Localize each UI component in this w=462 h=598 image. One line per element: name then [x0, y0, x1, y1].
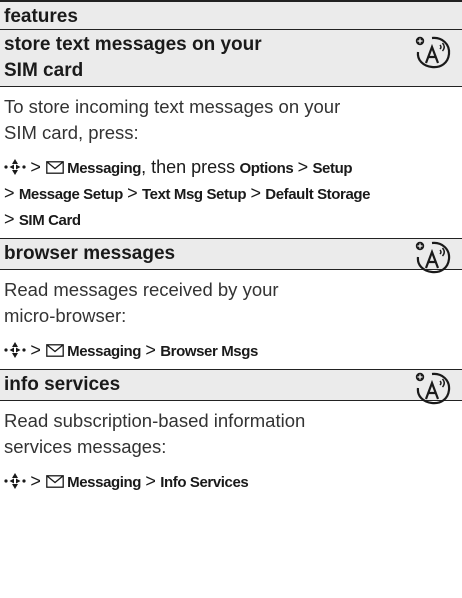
section-description: Read subscription-based information serv…	[4, 408, 454, 460]
menu-item-info-services: Info Services	[160, 474, 249, 491]
envelope-icon	[46, 161, 64, 174]
nav-key-icon	[4, 341, 26, 359]
description-line2: micro-browser:	[4, 305, 127, 326]
section-title-row: browser messages	[0, 239, 462, 270]
section-title-row: info services	[0, 370, 462, 401]
description-line2: services messages:	[4, 436, 167, 457]
section-description: Read messages received by your micro-bro…	[4, 277, 454, 329]
menu-item-messaging: Messaging	[67, 474, 142, 491]
menu-item-messaging: Messaging	[67, 160, 142, 177]
path-separator: >	[145, 471, 156, 491]
section-browser-messages: browser messages Read messages received …	[0, 239, 462, 370]
description-line2: SIM card, press:	[4, 122, 139, 143]
network-operator-icon	[412, 34, 452, 70]
section-info-services: info services Read subscription-based in…	[0, 370, 462, 500]
section-store-sim: store text messages on your SIM card To …	[0, 30, 462, 239]
menu-path: > Messaging, then press Options > Setup >…	[4, 155, 454, 238]
description-line1: Read messages received by your	[4, 279, 279, 300]
menu-item-setup: Setup	[312, 160, 353, 177]
menu-item-message-setup: Message Setup	[18, 186, 123, 203]
menu-item-messaging: Messaging	[67, 343, 142, 360]
section-title-line1: store text messages on your	[4, 34, 262, 55]
path-separator: >	[30, 340, 41, 360]
section-title-row: store text messages on your SIM card	[0, 30, 462, 87]
menu-item-sim-card: SIM Card	[18, 212, 81, 229]
path-separator: >	[30, 157, 41, 177]
menu-item-default-storage: Default Storage	[265, 186, 371, 203]
nav-key-icon	[4, 472, 26, 490]
section-title: browser messages	[4, 243, 176, 264]
path-separator: >	[297, 157, 309, 177]
section-title-line2: SIM card	[4, 60, 84, 81]
table-header-title: features	[4, 6, 78, 27]
description-line1: To store incoming text messages on your	[4, 96, 341, 117]
envelope-icon	[46, 344, 64, 357]
feature-table: features store text messages on your SIM…	[0, 0, 462, 500]
menu-item-browser-msgs: Browser Msgs	[160, 343, 258, 360]
path-separator: >	[250, 183, 261, 203]
menu-path: > Messaging > Browser Msgs	[4, 338, 454, 369]
description-line1: Read subscription-based information	[4, 410, 306, 431]
path-separator: >	[4, 209, 15, 229]
network-operator-icon	[412, 239, 452, 275]
section-title: info services	[4, 374, 121, 395]
nav-key-icon	[4, 158, 26, 176]
path-separator: >	[4, 183, 15, 203]
table-header: features	[0, 0, 462, 30]
path-connector: , then press	[141, 157, 236, 177]
menu-item-text-msg-setup: Text Msg Setup	[141, 186, 247, 203]
network-operator-icon	[412, 370, 452, 406]
path-separator: >	[127, 183, 138, 203]
envelope-icon	[46, 475, 64, 488]
section-description: To store incoming text messages on your …	[4, 94, 454, 146]
path-separator: >	[30, 471, 41, 491]
softkey-options: Options	[239, 160, 294, 177]
path-separator: >	[145, 340, 156, 360]
menu-path: > Messaging > Info Services	[4, 469, 454, 500]
